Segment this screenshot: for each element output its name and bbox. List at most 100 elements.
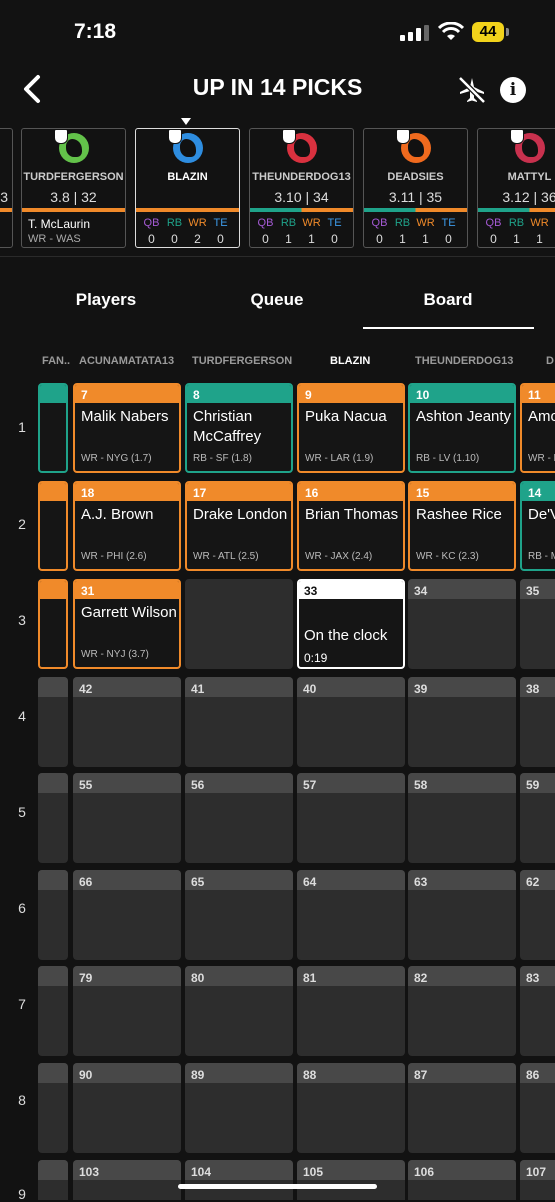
- pick-number: 88: [303, 1068, 317, 1082]
- pick-cell[interactable]: 15 Rashee Rice WR - KC (2.3): [408, 481, 516, 571]
- pick-number: 8: [193, 388, 200, 402]
- pick-number: 87: [414, 1068, 428, 1082]
- pick-number: 65: [191, 875, 205, 889]
- empty-pick-cell: 82: [408, 966, 516, 1056]
- empty-pick-cell: [38, 870, 68, 960]
- empty-pick-cell: 62: [520, 870, 555, 960]
- player-team: WR - NYG (1.7): [81, 453, 152, 464]
- pick-number: 79: [79, 971, 93, 985]
- pick-number: 56: [191, 778, 205, 792]
- on-the-clock-cell[interactable]: 33 On the clock 0:19: [297, 579, 405, 669]
- clock-label: On the clock: [304, 627, 388, 644]
- pick-number: 57: [303, 778, 317, 792]
- player-name: Christian McCaffrey: [193, 408, 262, 445]
- pick-number: 35: [526, 584, 540, 598]
- shield-icon: [54, 129, 68, 144]
- pick-cell[interactable]: 14 De'V Acha RB - M: [520, 481, 555, 571]
- shield-icon: [510, 129, 524, 144]
- shield-icon: [282, 129, 296, 144]
- player-team: RB - M: [528, 551, 555, 562]
- empty-pick-cell: 79: [73, 966, 181, 1056]
- empty-pick-cell: 83: [520, 966, 555, 1056]
- empty-pick-cell: 64: [297, 870, 405, 960]
- empty-pick-cell: 56: [185, 773, 293, 863]
- draft-board[interactable]: 7 Malik Nabers WR - NYG (1.7) 8 Christian Mc…: [0, 0, 555, 1200]
- pick-number: 39: [414, 682, 428, 696]
- pick-band: [40, 483, 66, 501]
- pick-number: 59: [526, 778, 540, 792]
- empty-pick-cell: 59: [520, 773, 555, 863]
- pick-number: 82: [414, 971, 428, 985]
- empty-pick-cell: 86: [520, 1063, 555, 1153]
- empty-pick-cell: 38: [520, 677, 555, 767]
- pick-number: 18: [81, 486, 95, 500]
- empty-pick-cell: 104: [185, 1160, 293, 1200]
- pick-number: 64: [303, 875, 317, 889]
- empty-pick-cell: [38, 966, 68, 1056]
- player-name: Malik Nabers: [81, 408, 169, 425]
- pick-number: 107: [526, 1165, 547, 1179]
- pick-number: 106: [414, 1165, 435, 1179]
- pick-number: 62: [526, 875, 540, 889]
- empty-pick-cell: 57: [297, 773, 405, 863]
- pick-number: 14: [528, 486, 542, 500]
- empty-pick-cell: 42: [73, 677, 181, 767]
- player-team: WR - D: [528, 453, 555, 464]
- empty-pick-cell: 58: [408, 773, 516, 863]
- empty-pick-cell: 40: [297, 677, 405, 767]
- pick-number: 103: [79, 1165, 100, 1179]
- empty-pick-cell: 103: [73, 1160, 181, 1200]
- pick-number: 41: [191, 682, 205, 696]
- pick-number: 63: [414, 875, 428, 889]
- pick-band: [299, 385, 403, 403]
- pick-number: 105: [303, 1165, 324, 1179]
- empty-pick-cell: 90: [73, 1063, 181, 1153]
- empty-pick-cell: 55: [73, 773, 181, 863]
- pick-number: 10: [416, 388, 430, 402]
- player-team: RB - LV (1.10): [416, 453, 480, 464]
- pick-cell[interactable]: 31 Garrett Wilson WR - NYJ (3.7): [73, 579, 181, 669]
- empty-pick-cell: [38, 773, 68, 863]
- empty-pick-cell: 63: [408, 870, 516, 960]
- player-team: WR - LAR (1.9): [305, 453, 374, 464]
- shield-icon: [396, 129, 410, 144]
- player-name: Drake London: [193, 506, 288, 523]
- pick-number: 38: [526, 682, 540, 696]
- player-team: WR - JAX (2.4): [305, 551, 373, 562]
- pick-number: 40: [303, 682, 317, 696]
- pick-number: 66: [79, 875, 93, 889]
- pick-number: 55: [79, 778, 93, 792]
- pick-cell[interactable]: 8 Christian McCaffrey RB - SF (1.8): [185, 383, 293, 473]
- shield-icon: [168, 129, 182, 144]
- pick-band: [38, 1160, 68, 1180]
- player-name: Ashton Jeanty: [416, 408, 512, 425]
- pick-number: 11: [528, 388, 541, 402]
- pick-band: [40, 581, 66, 599]
- pick-cell[interactable]: 16 Brian Thomas WR - JAX (2.4): [297, 481, 405, 571]
- empty-pick-cell: [38, 677, 68, 767]
- pick-cell[interactable]: 9 Puka Nacua WR - LAR (1.9): [297, 383, 405, 473]
- pick-cell[interactable]: 11 Amo St. B WR - D: [520, 383, 555, 473]
- pick-band: [187, 385, 291, 403]
- player-name: Garrett Wilson: [81, 604, 177, 621]
- empty-pick-cell: 65: [185, 870, 293, 960]
- pick-number: 90: [79, 1068, 93, 1082]
- player-name: Amo St. B: [528, 408, 555, 425]
- empty-pick-cell: 41: [185, 677, 293, 767]
- pick-cell[interactable]: 10 Ashton Jeanty RB - LV (1.10): [408, 383, 516, 473]
- pick-number: 58: [414, 778, 428, 792]
- empty-pick-cell: 34: [408, 579, 516, 669]
- player-team: WR - PHI (2.6): [81, 551, 147, 562]
- pick-number: 34: [414, 584, 428, 598]
- pick-number: 86: [526, 1068, 540, 1082]
- player-team: WR - ATL (2.5): [193, 551, 259, 562]
- player-name: De'V Acha: [528, 506, 555, 523]
- pick-cell[interactable]: 17 Drake London WR - ATL (2.5): [185, 481, 293, 571]
- empty-pick-cell: [38, 1160, 68, 1200]
- pick-cell[interactable]: 7 Malik Nabers WR - NYG (1.7): [73, 383, 181, 473]
- pick-number: 80: [191, 971, 205, 985]
- pick-cell[interactable]: 18 A.J. Brown WR - PHI (2.6): [73, 481, 181, 571]
- empty-pick-cell: 39: [408, 677, 516, 767]
- empty-pick-cell: 87: [408, 1063, 516, 1153]
- blank-cell: [185, 579, 293, 669]
